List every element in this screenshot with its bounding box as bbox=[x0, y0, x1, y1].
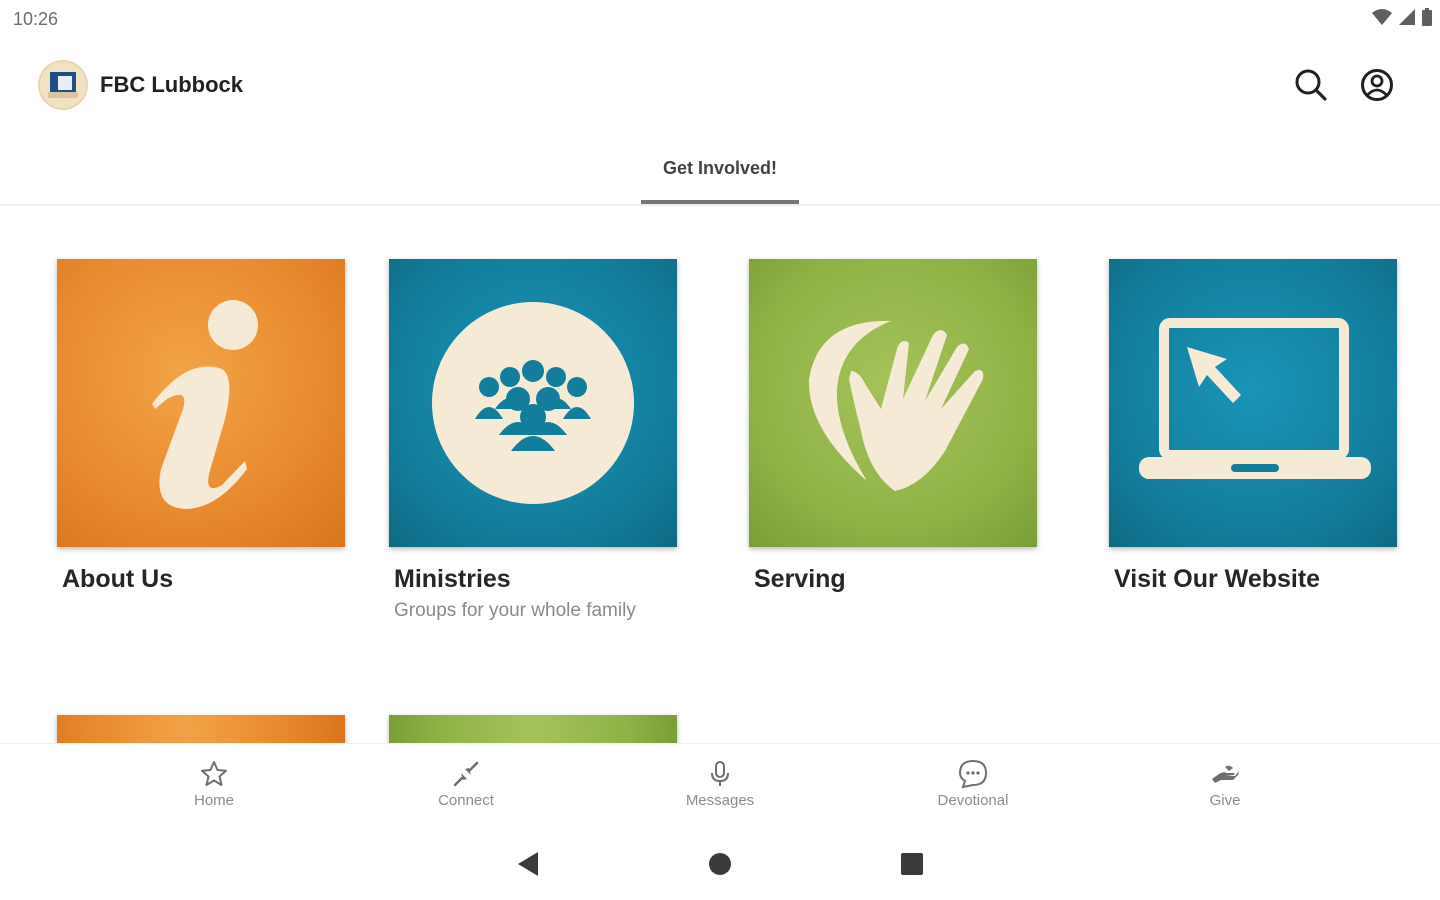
nav-label: Home bbox=[193, 792, 234, 809]
heart-hand-icon bbox=[808, 320, 984, 491]
recents-square-icon bbox=[901, 853, 923, 875]
website-tile[interactable] bbox=[1109, 259, 1397, 547]
app-bar: FBC Lubbock bbox=[0, 50, 1440, 120]
group-people-icon bbox=[432, 302, 634, 504]
app-title: FBC Lubbock bbox=[100, 72, 243, 97]
nav-label: Connect bbox=[438, 792, 494, 809]
search-icon bbox=[1295, 69, 1327, 101]
nav-label: Give bbox=[1209, 792, 1241, 809]
serving-tile[interactable] bbox=[749, 259, 1037, 547]
info-icon bbox=[152, 300, 258, 509]
battery-icon bbox=[1422, 8, 1432, 26]
card-title: About Us bbox=[62, 565, 174, 593]
connect-icon bbox=[453, 761, 479, 787]
bottom-navigation: Home Connect Messages Devotional Give bbox=[0, 743, 1440, 828]
search-button[interactable] bbox=[1291, 65, 1331, 105]
card-title: Visit Our Website bbox=[1114, 565, 1321, 593]
content-grid: About Us Ministries Groups for your whol… bbox=[0, 205, 1440, 743]
church-logo bbox=[38, 60, 88, 110]
back-triangle-icon bbox=[518, 852, 538, 876]
nav-give[interactable]: Give bbox=[1125, 758, 1325, 809]
status-icons bbox=[1372, 8, 1432, 26]
nav-label: Devotional bbox=[937, 792, 1009, 809]
tab-label: Get Involved! bbox=[662, 158, 778, 178]
card-ministries[interactable]: Ministries Groups for your whole family bbox=[389, 259, 679, 622]
status-bar: 10:26 bbox=[0, 0, 1440, 40]
partial-tile-green[interactable] bbox=[389, 715, 677, 743]
wifi-icon bbox=[1372, 9, 1392, 25]
card-title: Serving bbox=[754, 565, 846, 593]
nav-connect[interactable]: Connect bbox=[366, 758, 566, 809]
tab-get-involved[interactable]: Get Involved! bbox=[641, 140, 799, 204]
card-serving[interactable]: Serving bbox=[749, 259, 1039, 594]
card-title: Ministries bbox=[394, 565, 511, 593]
laptop-cursor-icon bbox=[1139, 318, 1371, 479]
chat-bubble-icon bbox=[958, 759, 988, 789]
star-icon bbox=[201, 761, 227, 786]
about-us-tile[interactable] bbox=[57, 259, 345, 547]
account-button[interactable] bbox=[1357, 65, 1397, 105]
home-circle-icon bbox=[709, 853, 731, 875]
card-about-us[interactable]: About Us bbox=[57, 259, 347, 594]
account-circle-icon bbox=[1361, 69, 1393, 101]
signal-icon bbox=[1399, 9, 1415, 25]
system-recents-button[interactable] bbox=[897, 849, 927, 879]
ministries-tile[interactable] bbox=[389, 259, 677, 547]
status-time: 10:26 bbox=[13, 9, 59, 29]
card-visit-website[interactable]: Visit Our Website bbox=[1109, 259, 1399, 594]
nav-label: Messages bbox=[685, 792, 755, 809]
system-home-button[interactable] bbox=[705, 849, 735, 879]
microphone-icon bbox=[711, 761, 729, 786]
tab-indicator bbox=[641, 200, 799, 204]
tab-bar: Get Involved! bbox=[0, 140, 1440, 206]
nav-devotional[interactable]: Devotional bbox=[873, 758, 1073, 809]
system-navigation-bar bbox=[0, 827, 1440, 900]
partial-tile-orange[interactable] bbox=[57, 715, 345, 743]
card-subtitle: Groups for your whole family bbox=[394, 600, 636, 621]
card-partial-2[interactable] bbox=[389, 715, 679, 743]
card-partial-1[interactable] bbox=[57, 715, 347, 743]
system-back-button[interactable] bbox=[513, 849, 543, 879]
nav-messages[interactable]: Messages bbox=[620, 758, 820, 809]
give-icon bbox=[1212, 765, 1239, 783]
nav-home[interactable]: Home bbox=[114, 758, 314, 809]
